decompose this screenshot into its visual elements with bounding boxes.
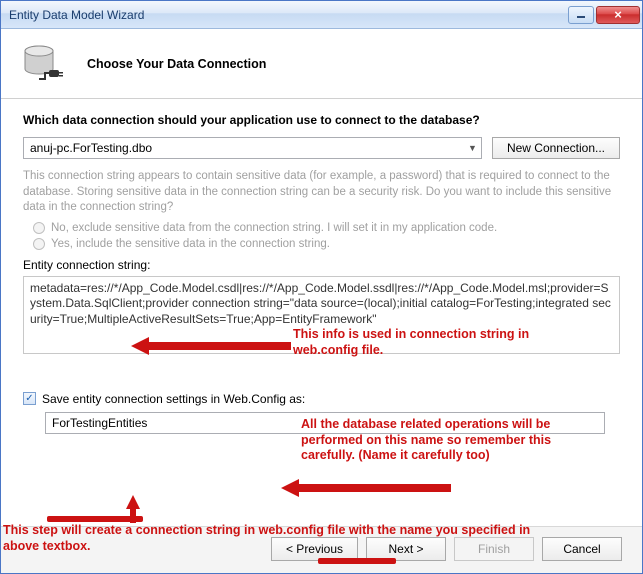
annotation-arrow xyxy=(281,477,451,499)
save-checkbox[interactable]: ✓ xyxy=(23,392,36,405)
radio-include: Yes, include the sensitive data in the c… xyxy=(33,238,620,250)
new-connection-button[interactable]: New Connection... xyxy=(492,137,620,159)
wizard-window: Entity Data Model Wizard × Choose Your D… xyxy=(0,0,643,574)
window-controls: × xyxy=(568,6,640,24)
wizard-header: Choose Your Data Connection xyxy=(1,29,642,99)
chevron-down-icon: ▼ xyxy=(468,143,477,153)
connection-dropdown[interactable]: anuj-pc.ForTesting.dbo ▼ xyxy=(23,137,482,159)
radio-include-label: Yes, include the sensitive data in the c… xyxy=(51,238,330,250)
sensitive-data-warning: This connection string appears to contai… xyxy=(23,169,620,216)
annotation-underline xyxy=(47,516,143,522)
connection-selected: anuj-pc.ForTesting.dbo xyxy=(30,141,152,155)
finish-button: Finish xyxy=(454,537,534,561)
connection-string-textarea[interactable]: metadata=res://*/App_Code.Model.csdl|res… xyxy=(23,276,620,354)
save-settings-row: ✓ Save entity connection settings in Web… xyxy=(23,392,620,406)
window-title: Entity Data Model Wizard xyxy=(9,8,568,22)
wizard-buttons: < Previous Next > Finish Cancel xyxy=(1,526,642,573)
cancel-button[interactable]: Cancel xyxy=(542,537,622,561)
wizard-content: Which data connection should your applic… xyxy=(1,99,642,526)
entity-conn-label: Entity connection string: xyxy=(23,258,620,272)
annotation-underline-next xyxy=(318,558,396,564)
database-plug-icon xyxy=(21,42,65,86)
save-checkbox-label: Save entity connection settings in Web.C… xyxy=(42,392,305,406)
connection-question: Which data connection should your applic… xyxy=(23,113,620,127)
entity-name-value: ForTestingEntities xyxy=(52,416,147,430)
entity-name-input[interactable]: ForTestingEntities xyxy=(45,412,605,434)
radio-icon xyxy=(33,222,45,234)
close-icon: × xyxy=(614,7,622,22)
sensitive-radio-group: No, exclude sensitive data from the conn… xyxy=(33,222,620,250)
titlebar: Entity Data Model Wizard × xyxy=(1,1,642,29)
close-button[interactable]: × xyxy=(596,6,640,24)
radio-exclude: No, exclude sensitive data from the conn… xyxy=(33,222,620,234)
radio-exclude-label: No, exclude sensitive data from the conn… xyxy=(51,222,497,234)
radio-icon xyxy=(33,238,45,250)
step-title: Choose Your Data Connection xyxy=(87,57,266,71)
minimize-button[interactable] xyxy=(568,6,594,24)
